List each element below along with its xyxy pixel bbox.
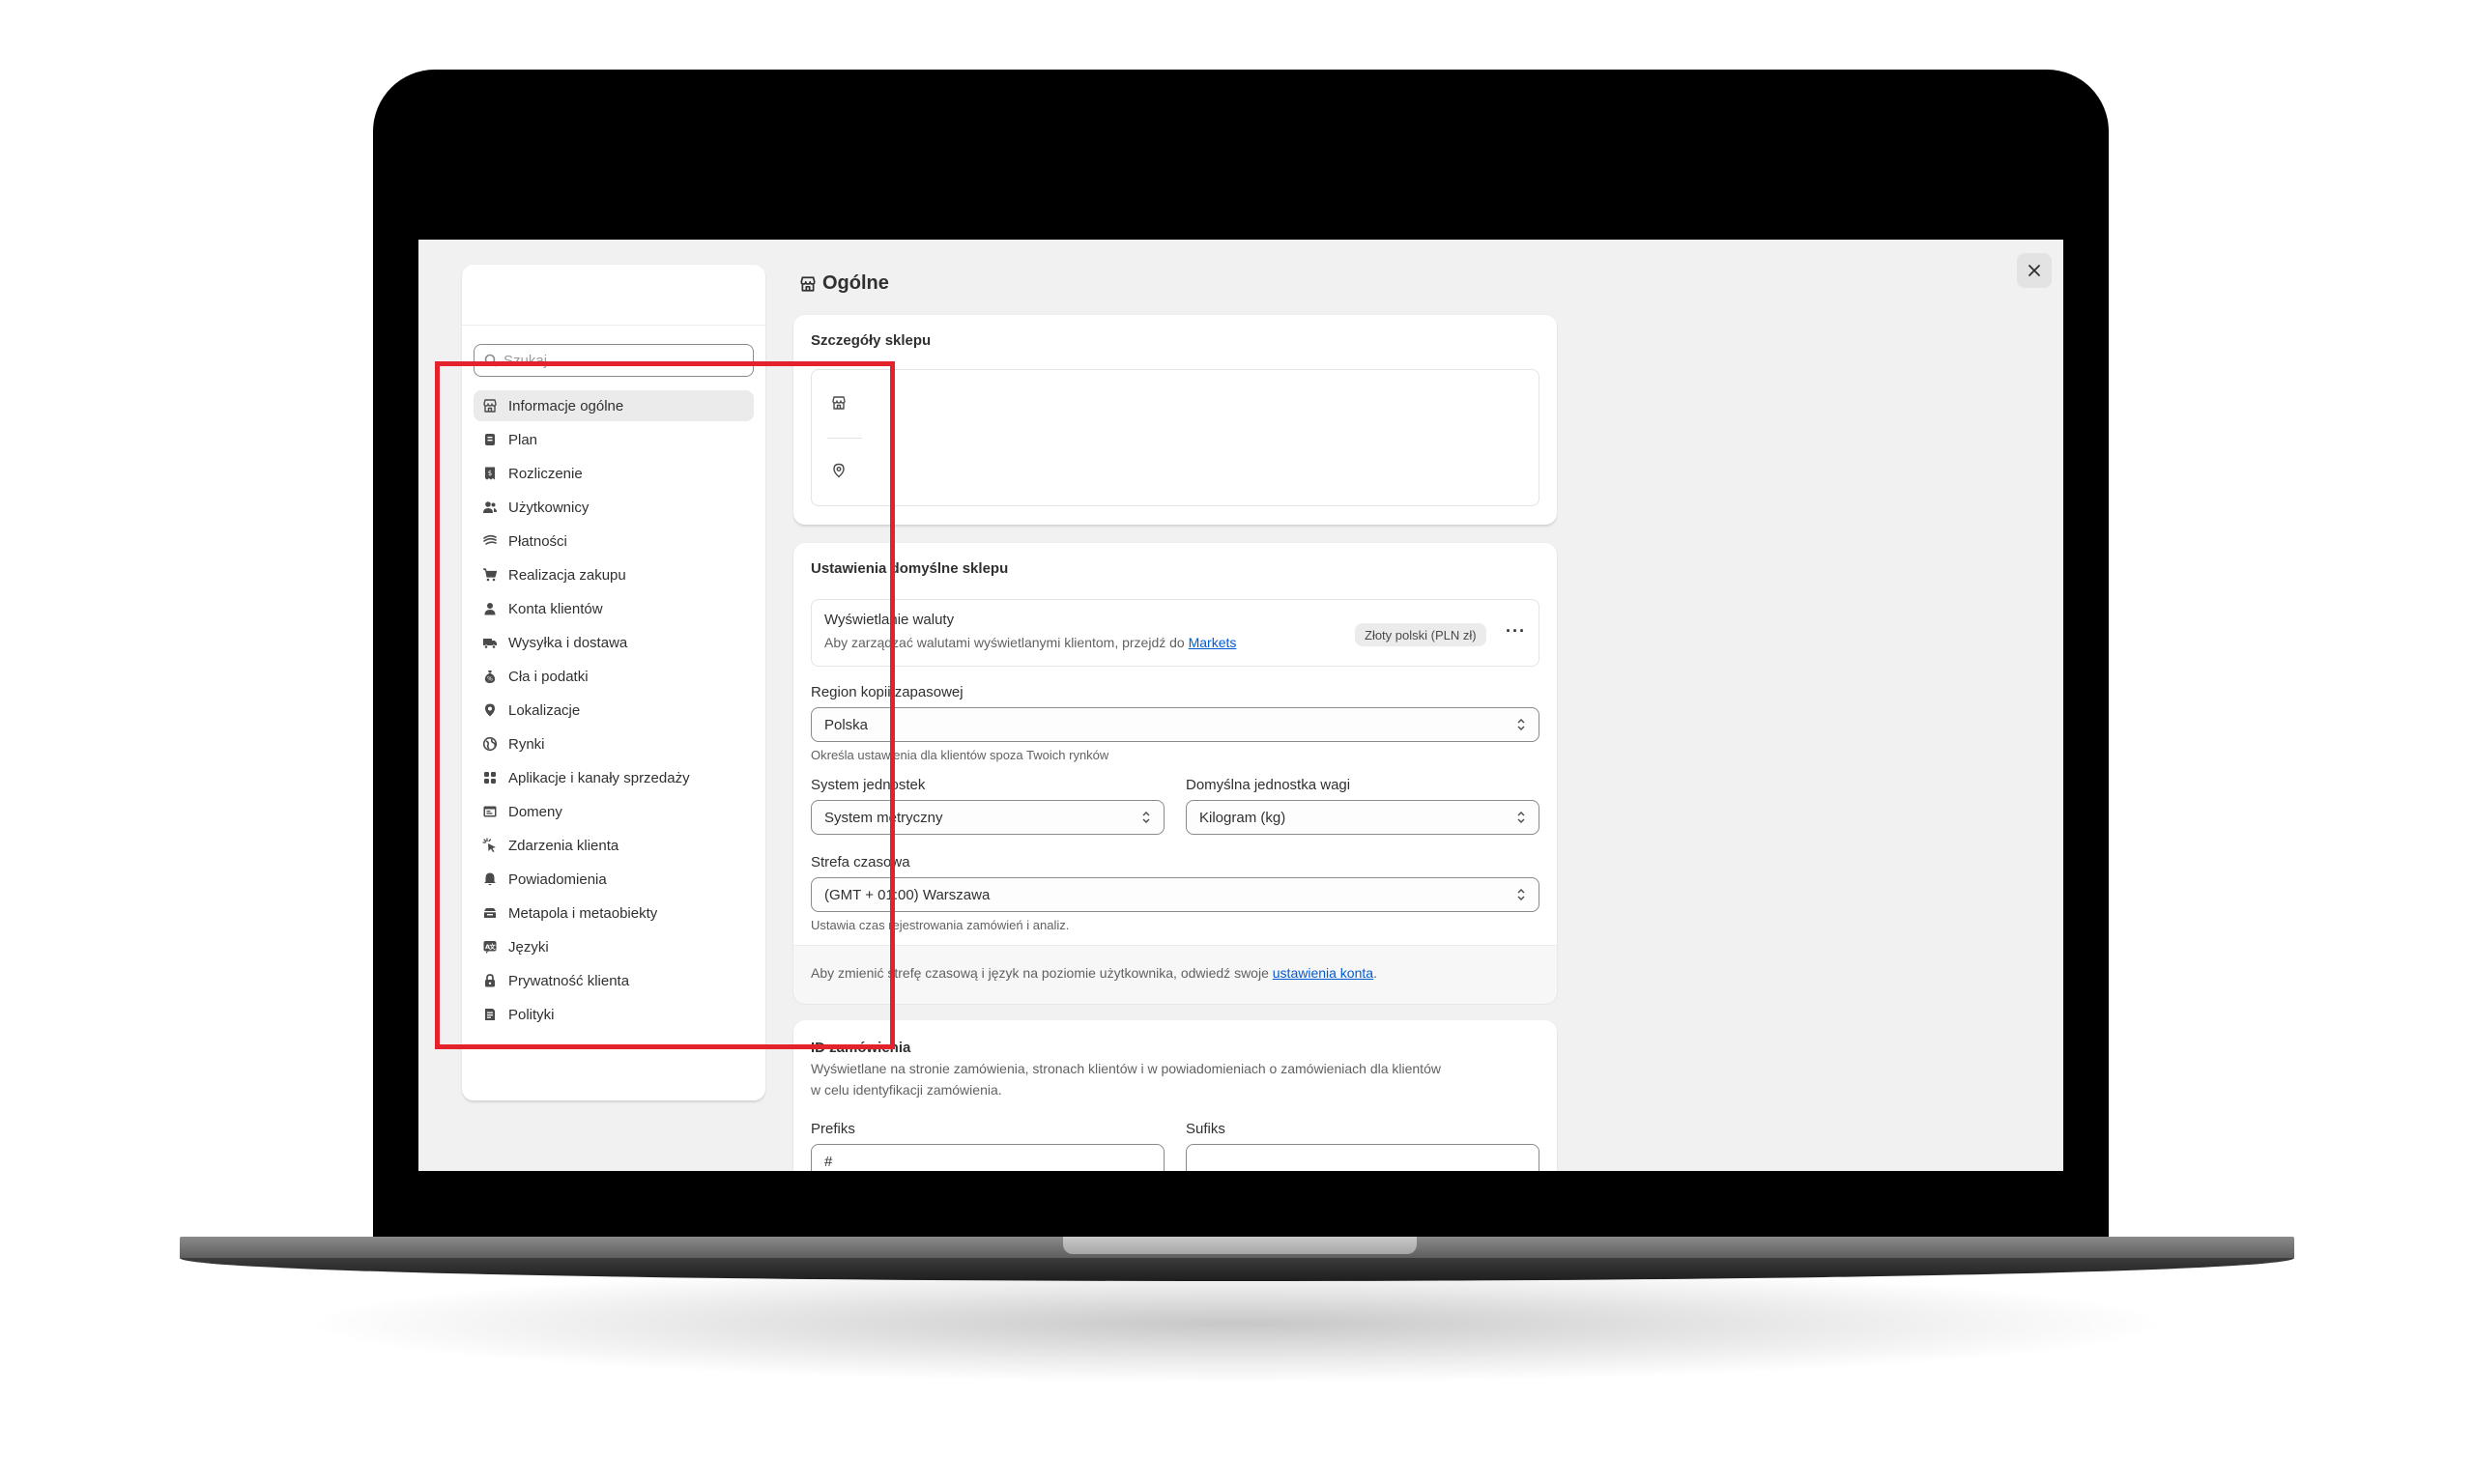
select-chevron-icon bbox=[1517, 812, 1525, 823]
laptop-base-bottom bbox=[180, 1258, 2294, 1281]
select-chevron-icon bbox=[1142, 812, 1150, 823]
select-value: Kilogram (kg) bbox=[1199, 809, 1286, 826]
prefix-input[interactable]: # bbox=[811, 1144, 1165, 1171]
close-icon bbox=[2028, 265, 2040, 276]
currency-display-box: Wyświetlanie waluty Aby zarządzać waluta… bbox=[811, 599, 1539, 667]
order-id-card: ID zamówienia Wyświetlane na stronie zam… bbox=[793, 1020, 1557, 1171]
currency-badge: Złoty polski (PLN zł) bbox=[1355, 623, 1486, 646]
store-icon bbox=[800, 275, 816, 292]
laptop-shadow bbox=[319, 1266, 2155, 1382]
suffix-input[interactable] bbox=[1186, 1144, 1539, 1171]
card-footer: Aby zmienić strefę czasową i język na po… bbox=[793, 945, 1557, 1004]
footer-text-suffix: . bbox=[1373, 965, 1377, 981]
page-title-text: Ogólne bbox=[822, 272, 889, 294]
weight-unit-label: Domyślna jednostka wagi bbox=[1186, 777, 1351, 793]
laptop-notch bbox=[1063, 1237, 1417, 1254]
store-details-card: Szczegóły sklepu bbox=[793, 315, 1557, 526]
card-title: Szczegóły sklepu bbox=[811, 332, 932, 349]
close-button[interactable] bbox=[2017, 253, 2052, 288]
page-title: Ogólne bbox=[799, 272, 889, 295]
markets-link[interactable]: Markets bbox=[1189, 635, 1237, 650]
weight-unit-select[interactable]: Kilogram (kg) bbox=[1186, 800, 1539, 835]
account-settings-link[interactable]: ustawienia konta bbox=[1273, 965, 1373, 981]
suffix-label: Sufiks bbox=[1186, 1121, 1225, 1137]
select-chevron-icon bbox=[1517, 889, 1525, 900]
prefix-value: # bbox=[824, 1153, 833, 1170]
select-chevron-icon bbox=[1517, 719, 1525, 730]
timezone-select[interactable]: (GMT + 01:00) Warszawa bbox=[811, 877, 1539, 912]
store-defaults-card: Ustawienia domyślne sklepu Wyświetlanie … bbox=[793, 543, 1557, 1004]
sidebar-header bbox=[462, 265, 765, 326]
footer-text: Aby zmienić strefę czasową i język na po… bbox=[811, 965, 1377, 981]
store-details-box bbox=[811, 369, 1539, 506]
more-options-button[interactable]: ··· bbox=[1506, 621, 1526, 642]
order-id-desc-2: w celu identyfikacji zamówienia. bbox=[811, 1082, 1002, 1098]
highlight-box bbox=[435, 361, 895, 1049]
prefix-label: Prefiks bbox=[811, 1121, 855, 1137]
backup-region-select[interactable]: Polska bbox=[811, 707, 1539, 742]
order-id-desc-1: Wyświetlane na stronie zamówienia, stron… bbox=[811, 1061, 1441, 1076]
